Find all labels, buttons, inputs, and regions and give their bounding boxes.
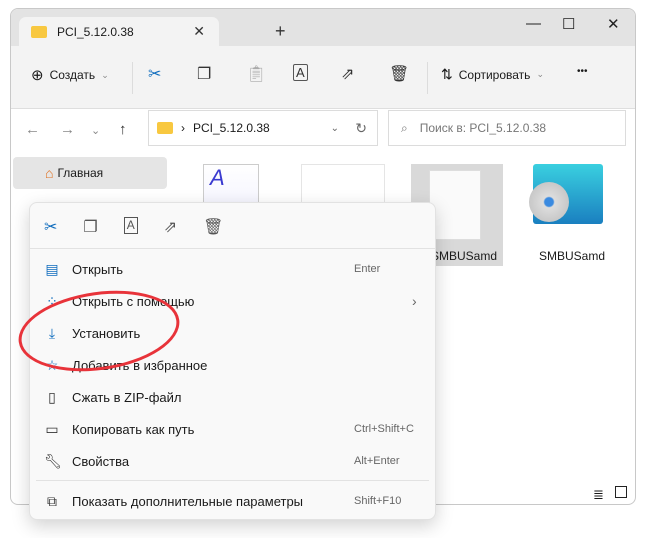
back-icon[interactable]: ← [25,121,40,138]
forward-icon[interactable]: → [60,121,75,138]
menu-label: Открыть с помощью [72,293,195,309]
menu-item-zip[interactable]: ▯ Сжать в ZIP-файл [30,382,435,412]
address-path: PCI_5.12.0.38 [193,121,270,135]
menu-item-open-with[interactable]: ⁘ Открыть с помощью › [30,286,435,316]
rename-icon[interactable]: A [293,64,308,81]
command-bar: ⊕ Создать ⌄ ✂ ❐ 📋︎ A ⇗ 🗑︎ ⇅ Сортировать ⌄ ••… [11,46,635,109]
path-icon: ▭ [45,420,59,437]
notepad-icon: ▤ [45,260,59,277]
file-sys-icon [429,170,481,240]
search-icon: ⌕ [401,120,408,135]
cut-icon[interactable]: ✂ [148,64,161,84]
close-button[interactable]: ✕ [607,15,620,33]
menu-shortcut: Shift+F10 [354,495,402,507]
tab-close-button[interactable]: ✕ [193,23,205,40]
maximize-button[interactable]: ☐ [562,15,575,33]
divider [427,62,428,94]
home-icon: ⌂ [45,165,54,181]
folder-icon [31,26,47,38]
delete-icon[interactable]: 🗑︎ [203,217,223,248]
wrench-icon: 🔧︎ [44,452,62,469]
menu-item-properties[interactable]: 🔧︎ Свойства Alt+Enter [30,446,435,476]
chevron-down-icon: ⌄ [536,69,544,79]
menu-label: Сжать в ZIP-файл [72,389,182,405]
open-with-icon: ⁘ [46,292,58,309]
expand-icon: ⧉ [47,492,57,509]
context-quick-actions: ✂ ❐ A ⇗ 🗑︎ [30,203,435,249]
chevron-down-icon: ⌄ [101,69,109,80]
menu-item-more-options[interactable]: ⧉ Показать дополнительные параметры Shift+… [30,486,435,516]
up-icon[interactable]: ↑ [119,121,127,138]
menu-label: Открыть [72,261,124,277]
delete-icon[interactable]: 🗑︎ [389,64,409,84]
file-name: SMBUSamd [539,249,606,263]
share-icon[interactable]: ⇗ [341,64,354,84]
sort-icon: ⇅ [441,66,453,82]
divider [132,62,133,94]
sidebar-home-label: Главная [57,166,104,180]
document-icon: A [210,165,225,190]
create-label: Создать [49,68,96,82]
context-menu: ✂ ❐ A ⇗ 🗑︎ ▤ Открыть Enter ⁘ Открыть с помо… [29,202,436,520]
menu-label: Добавить в избранное [72,357,208,373]
menu-shortcut: Alt+Enter [354,455,400,467]
zip-icon: ▯ [48,388,56,405]
divider [36,480,429,481]
sidebar-item-home[interactable]: ⌂ Главная [13,157,167,189]
menu-shortcut: Enter [354,263,381,275]
folder-icon [157,122,173,134]
minimize-button[interactable]: — [526,15,541,32]
create-button[interactable]: ⊕ Создать ⌄ [31,66,109,84]
address-bar[interactable]: › PCI_5.12.0.38 ⌄ ↻ [148,110,378,146]
file-setup[interactable] [529,164,603,224]
share-icon[interactable]: ⇗ [164,217,177,248]
menu-label: Копировать как путь [72,421,195,437]
menu-shortcut: Ctrl+Shift+C [354,423,414,435]
disc-icon [529,182,569,222]
menu-item-copy-path[interactable]: ▭ Копировать как путь Ctrl+Shift+C [30,414,435,444]
search-input[interactable]: ⌕ Поиск в: PCI_5.12.0.38 [388,110,626,146]
sort-button[interactable]: ⇅ Сортировать ⌄ [441,66,544,83]
copy-icon[interactable]: ❐ [197,64,211,84]
tiles-view-icon[interactable] [615,486,627,498]
more-button[interactable]: ••• [577,66,588,77]
chevron-right-icon: › [412,293,417,309]
recent-chevron-icon[interactable]: ⌄ [91,124,100,137]
menu-label: Установить [72,325,141,341]
tab-bar: PCI_5.12.0.38 ✕ + — ☐ ✕ [11,9,635,47]
refresh-icon[interactable]: ↻ [355,120,367,137]
copy-icon[interactable]: ❐ [83,217,97,248]
tab-title: PCI_5.12.0.38 [57,25,134,39]
install-icon: ⤓ [48,324,56,341]
sort-label: Сортировать [458,67,531,82]
menu-item-install[interactable]: ⤓ Установить [30,318,435,348]
star-icon: ☆ [45,356,59,373]
details-view-icon[interactable]: ≣ [593,487,604,503]
chevron-right-icon: › [181,121,185,135]
plus-circle-icon: ⊕ [31,67,44,84]
search-placeholder: Поиск в: PCI_5.12.0.38 [419,121,547,135]
chevron-down-icon[interactable]: ⌄ [331,123,339,134]
new-tab-button[interactable]: + [275,21,286,42]
menu-label: Показать дополнительные параметры [72,493,304,509]
tab-active[interactable]: PCI_5.12.0.38 ✕ [19,17,219,47]
paste-icon[interactable]: 📋︎ [246,64,266,84]
rename-icon[interactable]: A [123,217,138,234]
menu-item-open[interactable]: ▤ Открыть Enter [30,254,435,284]
menu-item-favorite[interactable]: ☆ Добавить в избранное [30,350,435,380]
cut-icon[interactable]: ✂ [44,217,57,248]
menu-label: Свойства [72,453,130,469]
file-name: SMBUSamd [431,249,498,263]
